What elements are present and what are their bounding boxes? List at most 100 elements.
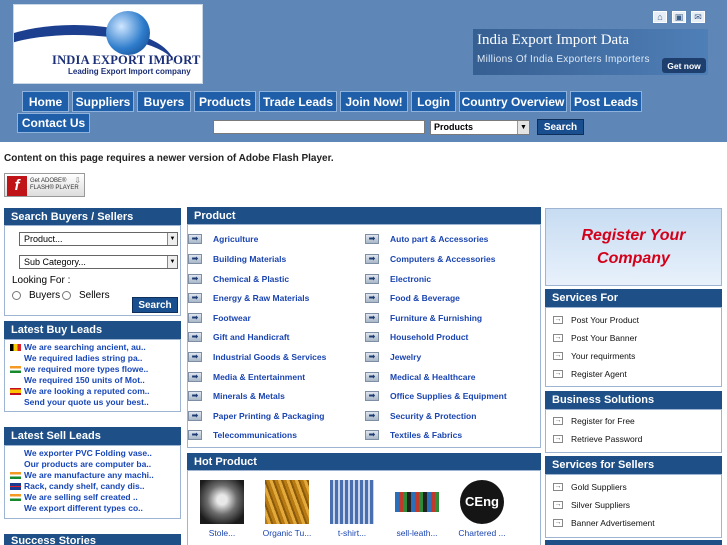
category-link[interactable]: ➡ Minerals & Metals — [188, 391, 285, 401]
flash-badge-line2: FLASH® PLAYER — [30, 185, 79, 191]
site-header: INDIA EXPORT IMPORT Leading Export Impor… — [0, 0, 727, 142]
buyers-radio[interactable] — [12, 291, 21, 300]
product-select[interactable]: Product... ▼ — [19, 232, 178, 246]
category-link[interactable]: ➡ Chemical & Plastic — [188, 274, 289, 284]
get-now-button[interactable]: Get now — [662, 58, 706, 73]
search-button[interactable]: Search — [537, 119, 584, 135]
category-link[interactable]: ➡ Industrial Goods & Services — [188, 352, 326, 362]
list-item[interactable]: We are manufacture any machi.. — [10, 470, 154, 480]
hot-product-item[interactable]: Stole... — [192, 480, 252, 538]
category-label: Auto part & Accessories — [390, 234, 489, 244]
get-flash-player-badge[interactable]: f Get ADOBE® FLASH® PLAYER ⇩ — [4, 173, 85, 197]
buyers-label: Buyers — [29, 290, 61, 301]
product-caption: Stole... — [208, 528, 236, 538]
list-item[interactable]: We are selling self created .. — [10, 492, 138, 502]
list-item[interactable]: we required more types flowe.. — [10, 364, 148, 374]
service-link[interactable]: → Retrieve Password — [553, 434, 642, 444]
category-link[interactable]: ➡ Food & Beverage — [365, 293, 460, 303]
service-link[interactable]: → Post Your Banner — [553, 333, 637, 343]
mail-icon[interactable]: ✉ — [691, 11, 705, 23]
nav-trade-leads[interactable]: Trade Leads — [259, 91, 337, 112]
nav-contact-us[interactable]: Contact Us — [17, 113, 90, 133]
service-link[interactable]: → Banner Advertisement — [553, 518, 655, 528]
service-link[interactable]: → Register for Free — [553, 416, 635, 426]
category-link[interactable]: ➡ Medical & Healthcare — [365, 372, 476, 382]
nav-suppliers[interactable]: Suppliers — [72, 91, 134, 112]
service-link[interactable]: → Silver Suppliers — [553, 500, 630, 510]
lead-text: We are selling self created .. — [24, 492, 138, 502]
product-caption: Chartered ... — [458, 528, 506, 538]
category-link[interactable]: ➡ Footwear — [188, 313, 251, 323]
category-link[interactable]: ➡ Energy & Raw Materials — [188, 293, 309, 303]
category-link[interactable]: ➡ Telecommunications — [188, 430, 297, 440]
category-link[interactable]: ➡ Building Materials — [188, 254, 286, 264]
nav-post-leads[interactable]: Post Leads — [570, 91, 642, 112]
hot-product-item[interactable]: Organic Tu... — [257, 480, 317, 538]
business-solutions-title: Business Solutions — [545, 391, 722, 409]
category-link[interactable]: ➡ Office Supplies & Equipment — [365, 391, 507, 401]
lead-text: We exporter PVC Folding vase.. — [24, 448, 152, 458]
flag-icon — [10, 399, 21, 406]
hot-product-item[interactable]: t-shirt... — [322, 480, 382, 538]
buy-leads-title: Latest Buy Leads — [4, 321, 181, 339]
save-icon[interactable]: ▣ — [672, 11, 686, 23]
list-item[interactable]: Send your quote us your best.. — [10, 397, 149, 407]
list-item[interactable]: Our products are computer ba.. — [10, 459, 151, 469]
list-item[interactable]: We export different types co.. — [10, 503, 143, 513]
subcategory-select[interactable]: Sub Category... ▼ — [19, 255, 178, 269]
category-link[interactable]: ➡ Paper Printing & Packaging — [188, 411, 324, 421]
category-link[interactable]: ➡ Gift and Handicraft — [188, 332, 290, 342]
arrow-right-icon: ➡ — [365, 332, 379, 342]
service-link[interactable]: → Gold Suppliers — [553, 482, 627, 492]
category-label: Energy & Raw Materials — [213, 293, 310, 303]
nav-country-overview[interactable]: Country Overview — [459, 91, 567, 112]
nav-products[interactable]: Products — [194, 91, 256, 112]
list-item[interactable]: We required 150 units of Mot.. — [10, 375, 145, 385]
product-image — [200, 480, 244, 524]
flag-icon — [10, 387, 21, 395]
hot-product-item[interactable]: CEng Chartered ... — [452, 480, 512, 538]
panel-search-button[interactable]: Search — [132, 297, 178, 313]
data-ad-banner[interactable]: India Export Import Data Millions Of Ind… — [473, 29, 708, 75]
arrow-right-icon: → — [553, 519, 563, 527]
register-company-banner[interactable]: Register Your Company — [545, 208, 722, 286]
home-icon[interactable]: ⌂ — [653, 11, 667, 23]
list-item[interactable]: We are searching ancient, au.. — [10, 342, 146, 352]
list-item[interactable]: Rack, candy shelf, candy dis.. — [10, 481, 144, 491]
category-link[interactable]: ➡ Auto part & Accessories — [365, 234, 488, 244]
category-link[interactable]: ➡ Jewelry — [365, 352, 421, 362]
site-logo[interactable]: INDIA EXPORT IMPORT Leading Export Impor… — [13, 4, 203, 84]
category-link[interactable]: ➡ Electronic — [365, 274, 431, 284]
search-category-select[interactable]: Products ▼ — [430, 120, 530, 135]
arrow-right-icon: ➡ — [365, 411, 379, 421]
category-link[interactable]: ➡ Computers & Accessories — [365, 254, 496, 264]
sellers-radio[interactable] — [62, 291, 71, 300]
category-link[interactable]: ➡ Security & Protection — [365, 411, 476, 421]
list-item[interactable]: We required ladies string pa.. — [10, 353, 142, 363]
nav-home[interactable]: Home — [22, 91, 69, 112]
category-link[interactable]: ➡ Furniture & Furnishing — [365, 313, 482, 323]
category-link[interactable]: ➡ Household Product — [365, 332, 468, 342]
service-link[interactable]: → Post Your Product — [553, 315, 639, 325]
service-link[interactable]: → Register Agent — [553, 369, 627, 379]
search-input[interactable] — [213, 120, 425, 134]
list-item[interactable]: We are looking a reputed com.. — [10, 386, 149, 396]
service-link[interactable]: → Your requirments — [553, 351, 635, 361]
category-link[interactable]: ➡ Agriculture — [188, 234, 258, 244]
search-panel-title: Search Buyers / Sellers — [4, 208, 181, 225]
flash-logo-icon: f — [7, 176, 27, 196]
nav-login[interactable]: Login — [411, 91, 456, 112]
category-link[interactable]: ➡ Textiles & Fabrics — [365, 430, 462, 440]
list-item[interactable]: We exporter PVC Folding vase.. — [10, 448, 152, 458]
nav-join-now[interactable]: Join Now! — [340, 91, 408, 112]
lead-text: We export different types co.. — [24, 503, 143, 513]
hot-product-item[interactable]: sell-leath... — [387, 480, 447, 538]
lead-text: We are searching ancient, au.. — [24, 342, 146, 352]
ceng-logo: CEng — [460, 480, 504, 524]
category-link[interactable]: ➡ Media & Entertainment — [188, 372, 305, 382]
nav-buyers[interactable]: Buyers — [137, 91, 191, 112]
category-label: Paper Printing & Packaging — [213, 411, 325, 421]
service-label: Silver Suppliers — [571, 500, 631, 510]
subcategory-select-value: Sub Category... — [24, 257, 86, 267]
right-next-panel-title — [545, 540, 722, 545]
